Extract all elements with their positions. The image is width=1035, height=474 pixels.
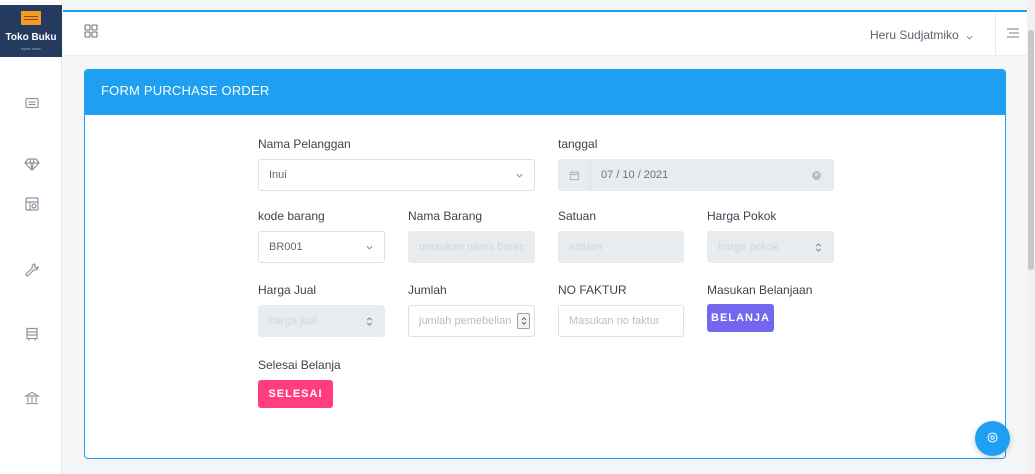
kode-barang-select[interactable]: BR001 [258,231,385,263]
topbar: Heru Sudjatmiko [63,10,1035,58]
no-faktur-placeholder: Masukan no faktur [569,315,660,327]
user-menu[interactable]: Heru Sudjatmiko [870,28,974,42]
brand-tagline: toyah store [21,46,41,51]
jumlah-input[interactable]: jumlah pemebelian [408,305,535,337]
purchase-order-card: FORM PURCHASE ORDER Nama Pelanggan Inui … [84,69,1006,459]
calendar-icon [559,160,591,190]
mail-icon[interactable] [24,95,40,111]
kode-barang-label: kode barang [258,209,325,223]
selesai-belanja-label: Selesai Belanja [258,358,341,372]
harga-jual-label: Harga Jual [258,283,317,297]
no-faktur-input[interactable]: Masukan no faktur [558,305,684,337]
harga-pokok-input[interactable]: harga pokok [707,231,834,263]
book-icon [21,11,41,25]
user-name: Heru Sudjatmiko [870,28,959,42]
tanggal-value: 07 / 10 / 2021 [601,169,669,181]
wrench-icon[interactable] [24,262,40,278]
satuan-label: Satuan [558,209,597,223]
topbar-divider [995,12,996,58]
package-icon[interactable] [24,196,40,212]
nama-pelanggan-label: Nama Pelanggan [258,137,351,151]
chevron-down-icon [515,171,524,180]
tanggal-input[interactable]: 07 / 10 / 2021 × [558,159,834,191]
belanja-button[interactable]: BELANJA [707,304,774,332]
shopping-cart-icon[interactable] [24,326,40,342]
sidebar: Toko Buku toyah store [0,0,62,474]
card-header: FORM PURCHASE ORDER [85,70,1005,115]
diamond-icon[interactable] [24,156,40,172]
spinner-icon[interactable] [517,313,530,329]
menu-icon[interactable] [1005,26,1021,40]
tanggal-label: tanggal [558,137,598,151]
card-title: FORM PURCHASE ORDER [101,83,270,98]
nama-barang-input[interactable]: masukan nama barang [408,231,535,263]
harga-jual-placeholder: harga jual [269,315,318,327]
nama-pelanggan-select[interactable]: Inui [258,159,535,191]
satuan-input[interactable]: satuan [558,231,684,263]
apps-grid-icon[interactable] [83,23,99,39]
harga-pokok-label: Harga Pokok [707,209,777,223]
brand-logo[interactable]: Toko Buku toyah store [0,5,62,57]
chevron-down-icon [365,243,374,252]
selesai-button[interactable]: SELESAI [258,380,333,408]
brand-name: Toko Buku [5,32,57,43]
settings-fab[interactable] [975,421,1010,456]
nama-pelanggan-value: Inui [269,169,287,181]
masukan-belanjaan-label: Masukan Belanjaan [707,283,813,297]
satuan-placeholder: satuan [569,241,603,253]
no-faktur-label: NO FAKTUR [558,283,627,297]
clear-icon[interactable]: × [812,170,821,180]
spinner-icon[interactable] [814,242,823,253]
page-scrollbar[interactable] [1027,0,1035,474]
scroll-thumb[interactable] [1028,30,1034,270]
harga-pokok-placeholder: harga pokok [718,241,779,253]
nama-barang-label: Nama Barang [408,209,483,223]
kode-barang-value: BR001 [269,241,303,253]
nama-barang-placeholder: masukan nama barang [419,241,524,253]
bank-icon[interactable] [23,390,41,406]
chevron-down-icon [965,31,974,40]
harga-jual-input[interactable]: harga jual [258,305,385,337]
spinner-icon[interactable] [365,316,374,327]
jumlah-label: Jumlah [408,283,447,297]
palette-icon [986,431,999,447]
jumlah-placeholder: jumlah pemebelian [419,315,512,327]
